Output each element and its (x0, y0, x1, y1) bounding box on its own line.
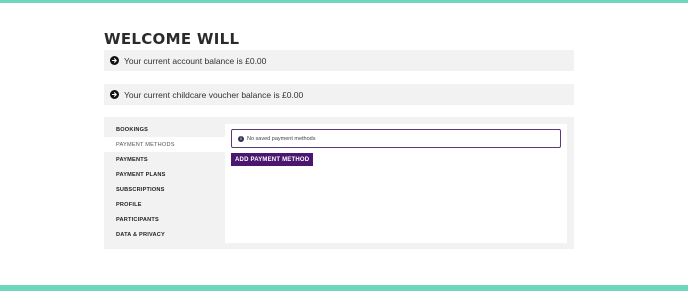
voucher-balance-text: Your current childcare voucher balance i… (124, 89, 304, 100)
account-sidebar: BOOKINGS PAYMENT METHODS PAYMENTS PAYMEN… (104, 122, 225, 242)
sidebar-item-payment-methods[interactable]: PAYMENT METHODS (104, 137, 225, 152)
payment-methods-content: i No saved payment methods ADD PAYMENT M… (225, 124, 567, 243)
sidebar-item-payment-plans[interactable]: PAYMENT PLANS (104, 167, 225, 182)
sidebar-item-subscriptions[interactable]: SUBSCRIPTIONS (104, 182, 225, 197)
sidebar-item-payments[interactable]: PAYMENTS (104, 152, 225, 167)
notice-text: No saved payment methods (247, 135, 316, 142)
no-payment-methods-notice: i No saved payment methods (231, 129, 561, 148)
arrow-right-circle-icon (110, 56, 119, 65)
account-balance-banner: Your current account balance is £0.00 (104, 50, 574, 71)
sidebar-item-participants[interactable]: PARTICIPANTS (104, 212, 225, 227)
voucher-balance-banner: Your current childcare voucher balance i… (104, 84, 574, 105)
bottom-accent-bar (0, 285, 688, 291)
account-panel: BOOKINGS PAYMENT METHODS PAYMENTS PAYMEN… (104, 117, 574, 249)
account-balance-text: Your current account balance is £0.00 (124, 55, 267, 66)
top-accent-bar (0, 0, 688, 3)
page-title: WELCOME WILL (104, 30, 240, 48)
add-payment-method-button[interactable]: ADD PAYMENT METHOD (231, 153, 314, 166)
arrow-right-circle-icon (110, 90, 119, 99)
sidebar-item-bookings[interactable]: BOOKINGS (104, 122, 225, 137)
sidebar-item-profile[interactable]: PROFILE (104, 197, 225, 212)
info-icon: i (238, 135, 244, 142)
sidebar-item-data-privacy[interactable]: DATA & PRIVACY (104, 227, 225, 242)
